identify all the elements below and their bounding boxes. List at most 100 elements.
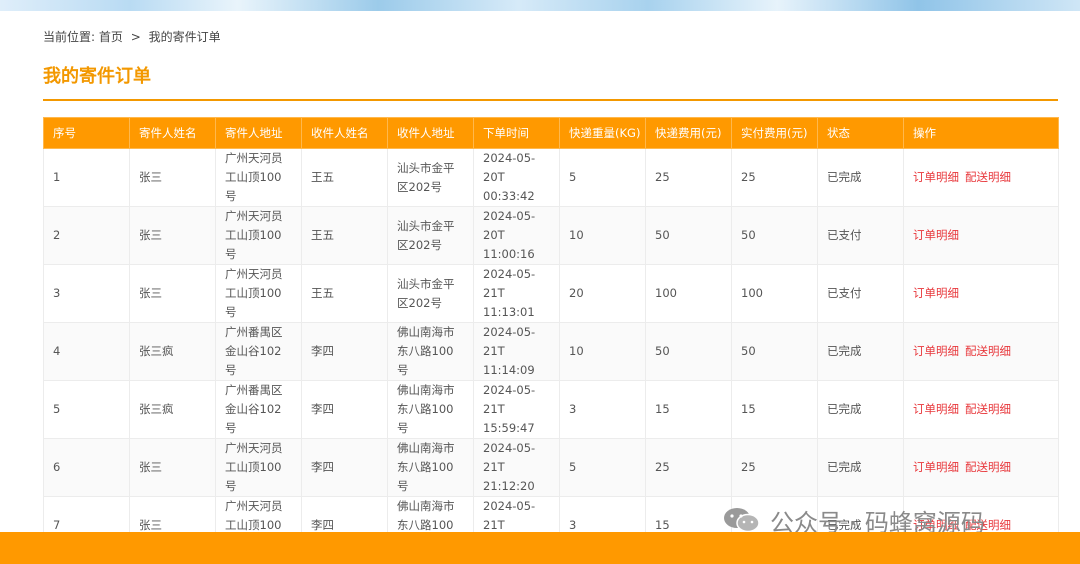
table-header-row: 序号 寄件人姓名 寄件人地址 收件人姓名 收件人地址 下单时间 快递重量(KG) 快递费用(元…: [43, 117, 1059, 149]
column-header: 实付费用(元): [731, 117, 818, 149]
receiver-name-cell: 王五: [301, 148, 388, 207]
order-detail-link[interactable]: 订单明细: [913, 344, 959, 358]
receiver-name-cell: 王五: [301, 206, 388, 265]
footer-bar: [0, 532, 1080, 564]
shipping-fee-cell: 100: [645, 264, 732, 323]
column-header: 收件人地址: [387, 117, 474, 149]
delivery-detail-link[interactable]: 配送明细: [965, 460, 1011, 474]
breadcrumb-current: 我的寄件订单: [148, 30, 221, 44]
orders-table: 序号 寄件人姓名 寄件人地址 收件人姓名 收件人地址 下单时间 快递重量(KG) 快递费用(元…: [43, 117, 1059, 555]
status-cell: 已完成: [817, 380, 904, 439]
table-row: 6 张三 广州天河员工山顶100号 李四 佛山南海市东八路100号 2024-05-21T…: [43, 438, 1059, 497]
paid-amount-cell: 50: [731, 206, 818, 265]
delivery-detail-link[interactable]: 配送明细: [965, 170, 1011, 184]
weight-cell: 10: [559, 322, 646, 381]
weight-cell: 5: [559, 438, 646, 497]
receiver-address-cell: 汕头市金平区202号: [387, 206, 474, 265]
weight-cell: 20: [559, 264, 646, 323]
sender-address-cell: 广州番禺区金山谷102号: [215, 322, 302, 381]
order-time-cell: 2024-05-20T 11:00:16: [473, 206, 560, 265]
breadcrumb-home-link[interactable]: 首页: [99, 30, 123, 44]
status-cell: 已支付: [817, 206, 904, 265]
paid-amount-cell: 25: [731, 148, 818, 207]
column-header: 快递重量(KG): [559, 117, 646, 149]
receiver-name-cell: 王五: [301, 264, 388, 323]
table-row: 3 张三 广州天河员工山顶100号 王五 汕头市金平区202号 2024-05-21T 1…: [43, 264, 1059, 323]
column-header: 下单时间: [473, 117, 560, 149]
shipping-fee-cell: 15: [645, 380, 732, 439]
paid-amount-cell: 15: [731, 380, 818, 439]
delivery-detail-link[interactable]: 配送明细: [965, 402, 1011, 416]
column-header: 快递费用(元): [645, 117, 732, 149]
top-banner: [0, 0, 1080, 11]
column-header: 操作: [903, 117, 1059, 149]
order-time-cell: 2024-05-21T 21:12:20: [473, 438, 560, 497]
status-cell: 已支付: [817, 264, 904, 323]
status-cell: 已完成: [817, 438, 904, 497]
order-detail-link[interactable]: 订单明细: [913, 460, 959, 474]
table-row: 5 张三疯 广州番禺区金山谷102号 李四 佛山南海市东八路100号 2024-05-21…: [43, 380, 1059, 439]
sender-name-cell: 张三疯: [129, 380, 216, 439]
row-index-cell: 6: [43, 438, 130, 497]
actions-cell: 订单明细 配送明细: [903, 322, 1059, 381]
table-body: 1 张三 广州天河员工山顶100号 王五 汕头市金平区202号 2024-05-20T 0…: [43, 148, 1059, 555]
title-divider: [43, 99, 1058, 101]
row-index-cell: 2: [43, 206, 130, 265]
column-header: 状态: [817, 117, 904, 149]
sender-name-cell: 张三疯: [129, 322, 216, 381]
order-time-cell: 2024-05-20T 00:33:42: [473, 148, 560, 207]
sender-name-cell: 张三: [129, 148, 216, 207]
actions-cell: 订单明细: [903, 264, 1059, 323]
order-detail-link[interactable]: 订单明细: [913, 228, 959, 242]
sender-name-cell: 张三: [129, 438, 216, 497]
order-time-cell: 2024-05-21T 11:14:09: [473, 322, 560, 381]
shipping-fee-cell: 25: [645, 148, 732, 207]
weight-cell: 3: [559, 380, 646, 439]
table-row: 1 张三 广州天河员工山顶100号 王五 汕头市金平区202号 2024-05-20T 0…: [43, 148, 1059, 207]
row-index-cell: 1: [43, 148, 130, 207]
actions-cell: 订单明细 配送明细: [903, 380, 1059, 439]
breadcrumb-prefix: 当前位置:: [43, 30, 96, 44]
row-index-cell: 5: [43, 380, 130, 439]
shipping-fee-cell: 25: [645, 438, 732, 497]
sender-address-cell: 广州天河员工山顶100号: [215, 148, 302, 207]
order-time-cell: 2024-05-21T 11:13:01: [473, 264, 560, 323]
status-cell: 已完成: [817, 322, 904, 381]
receiver-address-cell: 汕头市金平区202号: [387, 264, 474, 323]
paid-amount-cell: 50: [731, 322, 818, 381]
order-detail-link[interactable]: 订单明细: [913, 170, 959, 184]
column-header: 序号: [43, 117, 130, 149]
receiver-address-cell: 汕头市金平区202号: [387, 148, 474, 207]
breadcrumb-separator: >: [130, 30, 141, 44]
actions-cell: 订单明细: [903, 206, 1059, 265]
sender-address-cell: 广州天河员工山顶100号: [215, 206, 302, 265]
shipping-fee-cell: 50: [645, 322, 732, 381]
actions-cell: 订单明细 配送明细: [903, 438, 1059, 497]
receiver-address-cell: 佛山南海市东八路100号: [387, 380, 474, 439]
page-title: 我的寄件订单: [43, 66, 151, 87]
receiver-address-cell: 佛山南海市东八路100号: [387, 322, 474, 381]
receiver-name-cell: 李四: [301, 322, 388, 381]
order-time-cell: 2024-05-21T 15:59:47: [473, 380, 560, 439]
delivery-detail-link[interactable]: 配送明细: [965, 344, 1011, 358]
order-detail-link[interactable]: 订单明细: [913, 402, 959, 416]
sender-name-cell: 张三: [129, 206, 216, 265]
weight-cell: 10: [559, 206, 646, 265]
column-header: 寄件人姓名: [129, 117, 216, 149]
shipping-fee-cell: 50: [645, 206, 732, 265]
order-detail-link[interactable]: 订单明细: [913, 286, 959, 300]
wechat-icon: [722, 506, 762, 534]
weight-cell: 5: [559, 148, 646, 207]
receiver-name-cell: 李四: [301, 438, 388, 497]
row-index-cell: 3: [43, 264, 130, 323]
sender-address-cell: 广州天河员工山顶100号: [215, 438, 302, 497]
column-header: 收件人姓名: [301, 117, 388, 149]
receiver-name-cell: 李四: [301, 380, 388, 439]
sender-name-cell: 张三: [129, 264, 216, 323]
column-header: 寄件人地址: [215, 117, 302, 149]
actions-cell: 订单明细 配送明细: [903, 148, 1059, 207]
paid-amount-cell: 25: [731, 438, 818, 497]
paid-amount-cell: 100: [731, 264, 818, 323]
receiver-address-cell: 佛山南海市东八路100号: [387, 438, 474, 497]
sender-address-cell: 广州番禺区金山谷102号: [215, 380, 302, 439]
